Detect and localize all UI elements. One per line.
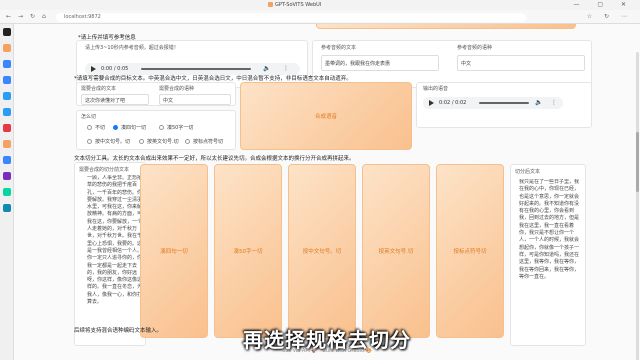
sidebar-chat-icon[interactable] [3, 204, 11, 212]
output-more-icon[interactable]: ⋮ [551, 99, 557, 106]
browser-titlebar: GPT-SoVITS WebUI — ▢ ✕ [0, 0, 640, 10]
toolbar-icons[interactable]: ☆ ↻ ⋯ [587, 13, 632, 20]
target-text-label: 需要合成的文本 [81, 86, 117, 92]
favicon-icon [268, 2, 273, 7]
ref-audio-track[interactable] [141, 68, 251, 70]
sidebar-docs-icon[interactable] [3, 92, 11, 100]
output-audio-player[interactable]: 0:02 / 0:02 🔈 ⋮ [423, 97, 563, 109]
sidebar-notes-icon[interactable] [3, 108, 11, 116]
split-button-en-period[interactable]: 按英文句号.切 [362, 164, 430, 338]
sidebar-translate-icon[interactable] [3, 188, 11, 196]
output-audio-time: 0:02 / 0:02 [439, 100, 467, 106]
webui-page: *请上传并填写参考信息 请上传3~10秒内参考音频，超过会报错！ 0:00 / … [14, 24, 640, 360]
target-lang-select[interactable]: 中文 [159, 94, 231, 105]
split-option-3[interactable]: 按中文句号。切 [87, 138, 130, 145]
sidebar-app-icon[interactable] [3, 28, 11, 36]
ref-volume-icon[interactable]: 🔈 [263, 65, 270, 72]
split-input-text[interactable]: 一顾，人事全非。正恐播草的悲伤的我把千疮百孔，一千百年的悲伤。你要解放。我穿过一… [87, 175, 143, 343]
sidebar-mail-icon[interactable] [3, 60, 11, 68]
split-button-four-sentences[interactable]: 凑四句一切 [140, 164, 208, 338]
target-text-input[interactable]: 这次你读懂对了吧 [81, 94, 149, 105]
split-method-panel: 怎么切 不切 凑四句一切 凑50字一切 按中文句号。切 按英文句号.切 按标点符… [76, 110, 236, 150]
split-input-panel: 需要合成的切分前文本 一顾，人事全非。正恐播草的悲伤的我把千疮百孔，一千百年的悲… [74, 162, 146, 346]
split-button-fifty-chars[interactable]: 凑50字一切 [214, 164, 282, 338]
ref-text-label: 参考音频的文本 [321, 45, 357, 51]
split-output-panel: 切分后文本 我只是在了一些日子里，我在我的心中，你现在已经，也是这个意思，你一定… [510, 164, 586, 346]
output-audio-label: 输出的语音 [423, 86, 449, 92]
page-scrollbar[interactable] [636, 52, 639, 360]
sidebar-calendar-icon[interactable] [3, 76, 11, 84]
output-volume-icon[interactable]: 🔈 [535, 99, 542, 106]
target-lang-label: 需要合成的语种 [159, 86, 195, 92]
ref-text-panel: 参考音频的文本 墨带调的，我跟我在你走表惠 参考音频的语种 中文 [312, 40, 592, 88]
sidebar-extension-icon[interactable] [3, 172, 11, 180]
ref-play-icon[interactable] [91, 66, 96, 72]
ref-audio-time: 0:00 / 0:05 [101, 66, 129, 72]
sidebar-cloud-icon[interactable] [3, 156, 11, 164]
target-text-panel: 需要合成的文本 这次你读懂对了吧 需要合成的语种 中文 [76, 82, 236, 106]
page-footer[interactable]: Use via API 🚀 · Built with Gradio 🎨 [282, 348, 372, 354]
synthesize-button[interactable]: 合成语音 [240, 82, 412, 150]
home-icon[interactable]: ⌂ [42, 13, 46, 20]
browser-sidebar [0, 24, 14, 360]
back-icon[interactable]: ← [6, 13, 11, 20]
ref-lang-label: 参考音频的语种 [457, 45, 493, 51]
split-output-label: 切分后文本 [515, 169, 541, 175]
split-button-cn-period[interactable]: 按中文句号。切 [288, 164, 356, 338]
split-button-punctuation[interactable]: 按标点符号切 [436, 164, 504, 338]
split-option-0[interactable]: 不切 [87, 124, 105, 131]
split-option-2[interactable]: 凑50字一切 [159, 124, 193, 131]
split-output-text[interactable]: 我只是在了一些日子里，我在我的心中，你现在已经，也是这个意思，你一定就会好起来的… [519, 179, 581, 343]
split-tool-title: 文本切分工具。太长的文本合成出来效果不一定好，所以太长建议先切。合成会根据文本的… [74, 156, 355, 162]
window-controls[interactable]: — ▢ ✕ [573, 1, 634, 8]
scrollbar-thumb[interactable] [636, 132, 639, 192]
url-field[interactable]: localhost:9872 [56, 13, 526, 22]
split-option-4[interactable]: 按英文句号.切 [139, 138, 179, 145]
tab-title[interactable]: GPT-SoVITS WebUI [275, 2, 321, 8]
ref-more-icon[interactable]: ⋮ [283, 65, 289, 72]
synth-section-title: *请填写需要合成的目标文本。中英混合选中文，日英混合选日文，中日混合暂不支持，非… [74, 76, 352, 82]
sidebar-shop-icon[interactable] [3, 140, 11, 148]
sidebar-video-icon[interactable] [3, 124, 11, 132]
top-orange-strip[interactable] [316, 24, 576, 29]
ref-upload-hint: 请上传3~10秒内参考音频，超过会报错！ [85, 45, 179, 51]
ref-text-input[interactable]: 墨带调的，我跟我在你走表惠 [321, 55, 439, 71]
sidebar-bookmark-icon[interactable] [3, 44, 11, 52]
output-audio-track[interactable] [479, 102, 529, 104]
split-input-label: 需要合成的切分前文本 [79, 167, 130, 173]
url-text: localhost:9872 [64, 14, 101, 20]
split-option-5[interactable]: 按标点符号切 [185, 138, 223, 145]
output-play-icon[interactable] [429, 100, 434, 106]
address-bar: ← → ↻ ⌂ localhost:9872 ☆ ↻ ⋯ [0, 10, 640, 24]
ref-lang-select[interactable]: 中文 [457, 55, 585, 71]
forward-icon[interactable]: → [18, 13, 23, 20]
split-method-label: 怎么切 [81, 114, 97, 120]
split-option-1[interactable]: 凑四句一切 [113, 124, 146, 131]
reload-icon[interactable]: ↻ [30, 13, 35, 20]
output-audio-panel: 输出的语音 0:02 / 0:02 🔈 ⋮ [416, 82, 592, 128]
